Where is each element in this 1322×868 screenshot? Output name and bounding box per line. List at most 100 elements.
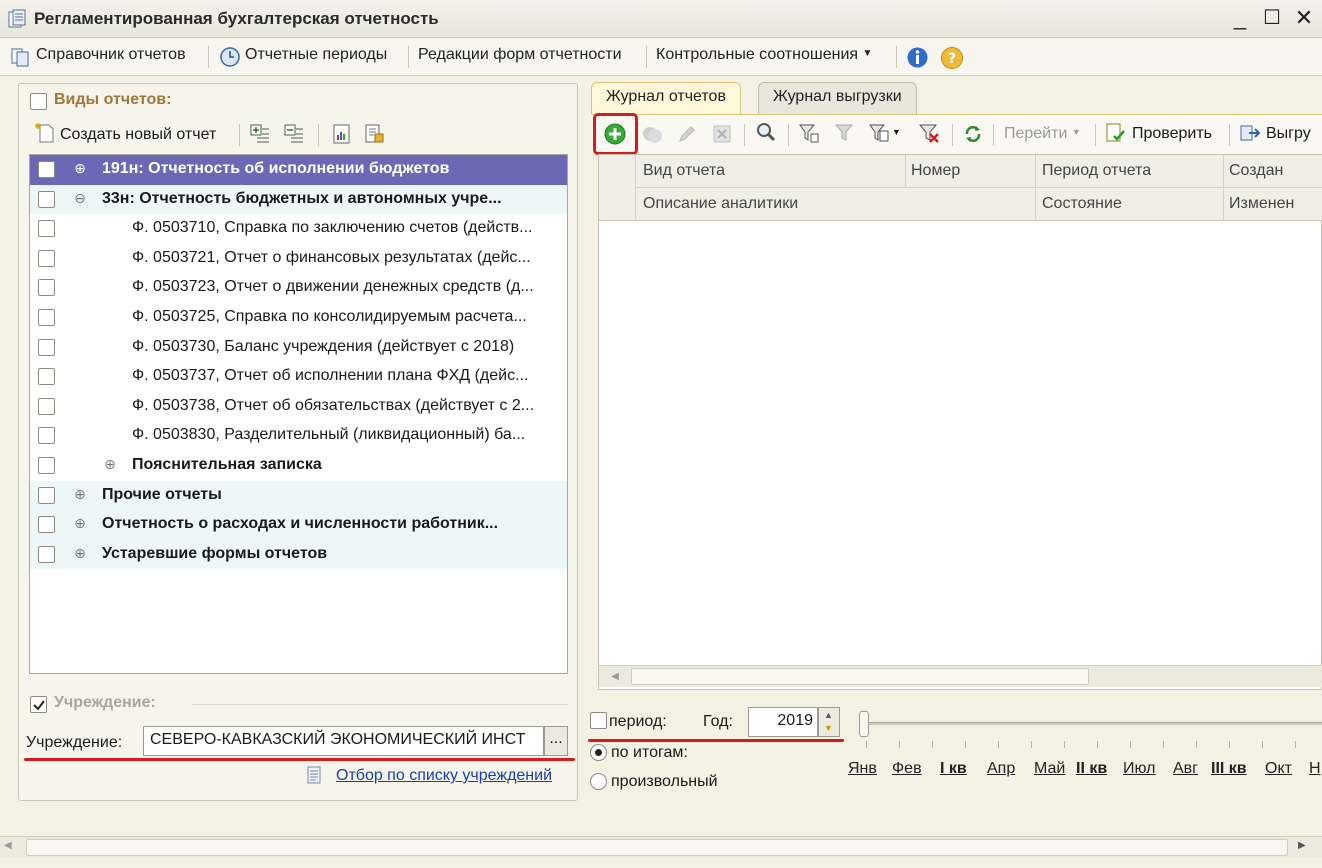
period-link[interactable]: I кв — [940, 760, 967, 778]
expand-all-icon[interactable] — [249, 123, 271, 145]
column-header-report-period[interactable]: Период отчета — [1042, 162, 1151, 180]
form-editions-button[interactable]: Редакции форм отчетности — [418, 46, 622, 64]
tree-item[interactable]: Ф. 0503738, Отчет об обязательствах (дей… — [30, 392, 567, 422]
tree-item[interactable]: Ф. 0503721, Отчет о финансовых результат… — [30, 244, 567, 274]
tree-item-checkbox[interactable] — [38, 279, 55, 297]
tree-item[interactable]: ⊕ 191н: Отчетность об исполнении бюджетов — [30, 155, 567, 185]
copy-icon[interactable] — [641, 123, 663, 145]
expand-icon[interactable]: ⊕ — [72, 515, 88, 531]
add-report-icon[interactable] — [604, 123, 626, 145]
period-link[interactable]: Окт — [1265, 760, 1292, 778]
filter-history-icon[interactable] — [868, 122, 890, 144]
period-link[interactable]: II кв — [1076, 760, 1107, 778]
tree-item-checkbox[interactable] — [38, 220, 55, 238]
refresh-icon[interactable] — [962, 123, 984, 145]
scroll-right-arrow-icon[interactable]: ▶ — [1298, 840, 1306, 851]
tree-item[interactable]: Ф. 0503710, Справка по заключению счетов… — [30, 214, 567, 244]
period-link[interactable]: Май — [1034, 760, 1065, 778]
tree-item[interactable]: Ф. 0503723, Отчет о движении денежных ср… — [30, 273, 567, 303]
tree-item[interactable]: ⊕ Устаревшие формы отчетов — [30, 539, 567, 570]
export-button[interactable]: Выгру — [1266, 125, 1311, 143]
tree-item-checkbox[interactable] — [38, 190, 55, 208]
report-chart-icon[interactable] — [331, 123, 353, 145]
scroll-left-arrow-icon[interactable]: ◀ — [601, 668, 629, 685]
period-link[interactable]: Фев — [892, 760, 922, 778]
period-link[interactable]: Янв — [848, 760, 877, 778]
tree-item-checkbox[interactable] — [38, 457, 55, 474]
tree-item[interactable]: Ф. 0503830, Разделительный (ликвидационн… — [30, 421, 567, 451]
edit-icon[interactable] — [676, 123, 698, 145]
report-periods-button[interactable]: Отчетные периоды — [245, 46, 387, 64]
custom-radio[interactable] — [590, 773, 607, 790]
decrement-icon[interactable]: ▼ — [824, 723, 833, 733]
tree-item-checkbox[interactable] — [38, 249, 55, 267]
scroll-thumb[interactable] — [631, 668, 1089, 685]
column-header-created[interactable]: Создан — [1229, 162, 1283, 180]
institution-checkbox[interactable] — [30, 696, 47, 713]
column-header-status[interactable]: Состояние — [1042, 195, 1122, 213]
tree-item-checkbox[interactable] — [38, 309, 55, 326]
year-field[interactable]: 2019 — [748, 707, 818, 737]
tree-item-checkbox[interactable] — [38, 427, 55, 445]
tree-item[interactable]: ⊕ Отчетность о расходах и численности раб… — [30, 510, 567, 540]
period-slider-handle[interactable] — [859, 711, 869, 737]
period-link[interactable]: Июл — [1123, 760, 1155, 778]
tree-item[interactable]: Ф. 0503730, Баланс учреждения (действует… — [30, 333, 567, 363]
increment-icon[interactable]: ▲ — [824, 710, 833, 720]
reports-directory-button[interactable]: Справочник отчетов — [36, 46, 186, 64]
clear-filter-icon[interactable] — [918, 122, 940, 144]
scroll-left-arrow-icon[interactable]: ◀ — [4, 840, 12, 851]
window-horizontal-scrollbar[interactable]: ◀ ▶ — [0, 836, 1322, 858]
period-slider-track[interactable] — [862, 722, 1322, 725]
tree-item[interactable]: Ф. 0503737, Отчет об исполнении плана ФХ… — [30, 362, 567, 392]
period-checkbox[interactable] — [590, 712, 607, 729]
period-link[interactable]: Апр — [987, 760, 1015, 778]
expand-icon[interactable]: ⊕ — [72, 545, 88, 561]
tree-item-checkbox[interactable] — [38, 397, 55, 415]
tree-item[interactable]: ⊕ Прочие отчеты — [30, 480, 567, 511]
column-header-report-type[interactable]: Вид отчета — [643, 162, 725, 180]
tree-item[interactable]: ⊖ 33н: Отчетность бюджетных и автономных … — [30, 184, 567, 215]
filter-icon[interactable] — [834, 122, 856, 144]
collapse-all-icon[interactable] — [283, 123, 305, 145]
tree-item[interactable]: ⊕ Пояснительная записка — [30, 451, 567, 481]
filter-settings-icon[interactable] — [798, 122, 820, 144]
period-link[interactable]: Н — [1309, 760, 1321, 778]
column-header-modified[interactable]: Изменен — [1229, 195, 1294, 213]
period-link[interactable]: III кв — [1211, 760, 1247, 778]
year-stepper[interactable]: ▲ ▼ — [818, 707, 840, 737]
expand-icon[interactable]: ⊕ — [72, 160, 88, 176]
column-header-analytics[interactable]: Описание аналитики — [643, 195, 798, 213]
expand-icon[interactable]: ⊕ — [102, 456, 118, 472]
tree-item-checkbox[interactable] — [38, 368, 55, 386]
institution-field[interactable]: СЕВЕРО-КАВКАЗСКИЙ ЭКОНОМИЧЕСКИЙ ИНСТ — [143, 726, 544, 756]
report-settings-icon[interactable] — [363, 123, 385, 145]
period-link[interactable]: Авг — [1173, 760, 1198, 778]
info-icon[interactable] — [906, 46, 929, 69]
tree-item[interactable]: Ф. 0503725, Справка по консолидируемым р… — [30, 303, 567, 333]
scroll-thumb[interactable] — [26, 839, 1288, 856]
create-report-button[interactable]: Создать новый отчет — [60, 126, 216, 144]
check-button[interactable]: Проверить — [1132, 125, 1212, 143]
tab-reports-journal[interactable]: Журнал отчетов — [591, 82, 741, 114]
tree-item-checkbox[interactable] — [38, 486, 55, 504]
institution-select-button[interactable]: ... — [544, 726, 568, 756]
control-ratios-button[interactable]: Контрольные соотношения ▼ — [656, 46, 872, 64]
totals-radio[interactable] — [590, 744, 607, 761]
tree-item-checkbox[interactable] — [38, 516, 55, 534]
goto-button[interactable]: Перейти ▼ — [1004, 125, 1081, 143]
dropdown-arrow-icon[interactable]: ▼ — [892, 127, 901, 137]
tree-item-checkbox[interactable] — [38, 338, 55, 356]
close-button[interactable]: ✕ — [1290, 4, 1318, 32]
column-header-number[interactable]: Номер — [911, 162, 960, 180]
tree-item-checkbox[interactable] — [38, 161, 55, 178]
tab-export-journal[interactable]: Журнал выгрузки — [758, 82, 917, 114]
horizontal-scrollbar[interactable]: ◀ — [599, 665, 1322, 687]
delete-icon[interactable] — [711, 123, 733, 145]
search-icon[interactable] — [755, 121, 777, 143]
maximize-button[interactable]: ☐ — [1258, 4, 1286, 32]
expand-icon[interactable]: ⊕ — [72, 486, 88, 502]
tree-item-checkbox[interactable] — [38, 545, 55, 563]
report-types-checkbox[interactable] — [30, 93, 47, 110]
help-icon[interactable]: ? — [940, 46, 964, 70]
